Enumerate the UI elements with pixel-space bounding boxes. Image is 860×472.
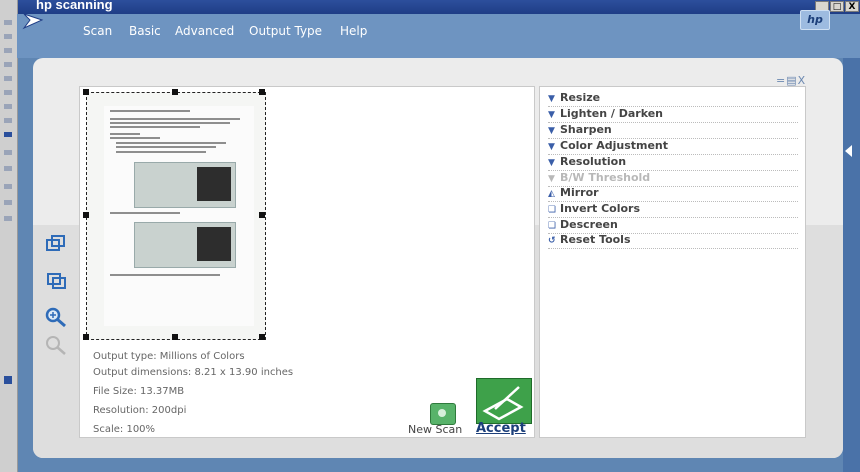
maximize-button[interactable]: □ bbox=[830, 1, 844, 12]
crop-handle[interactable] bbox=[83, 212, 89, 218]
crop-handle[interactable] bbox=[259, 89, 265, 95]
desktop-taskbar-strip bbox=[0, 0, 18, 472]
preview-screenshot bbox=[134, 162, 236, 208]
strip-icon[interactable] bbox=[4, 34, 12, 39]
strip-icon[interactable] bbox=[4, 104, 12, 109]
preview-text-line bbox=[110, 122, 230, 124]
triangle-down-icon: ▼ bbox=[548, 158, 555, 168]
strip-icon[interactable] bbox=[4, 62, 12, 67]
tool-label: Descreen bbox=[560, 218, 618, 231]
tool-label: Resolution bbox=[560, 155, 627, 168]
strip-icon[interactable] bbox=[4, 132, 12, 137]
tool-bw-threshold: ▼ B/W Threshold bbox=[548, 171, 798, 187]
menu-help[interactable]: Help bbox=[340, 24, 367, 38]
rotate-left-icon[interactable] bbox=[44, 234, 68, 256]
zoom-out-icon[interactable] bbox=[44, 334, 68, 356]
crop-handle[interactable] bbox=[83, 89, 89, 95]
strip-icon[interactable] bbox=[4, 216, 12, 221]
tool-lighten-darken[interactable]: ▼ Lighten / Darken bbox=[548, 107, 798, 123]
strip-icon[interactable] bbox=[4, 90, 12, 95]
tool-sharpen[interactable]: ▼ Sharpen bbox=[548, 123, 798, 139]
mirror-icon: ◭ bbox=[548, 189, 555, 199]
resolution-text: Resolution: 200dpi bbox=[93, 405, 187, 416]
scanned-document-preview bbox=[104, 106, 254, 326]
strip-icon[interactable] bbox=[4, 150, 12, 155]
strip-icon[interactable] bbox=[4, 118, 12, 123]
descreen-icon: ❏ bbox=[548, 221, 557, 231]
output-type-text: Output type: Millions of Colors bbox=[93, 351, 245, 362]
tool-descreen[interactable]: ❏ Descreen bbox=[548, 218, 798, 234]
new-scan-button[interactable]: New Scan bbox=[408, 423, 462, 436]
tool-resolution[interactable]: ▼ Resolution bbox=[548, 155, 798, 171]
close-button[interactable]: X bbox=[845, 1, 859, 12]
new-scan-icon[interactable] bbox=[430, 403, 456, 425]
preview-text-line bbox=[110, 137, 160, 139]
triangle-down-icon: ▼ bbox=[548, 174, 555, 184]
tool-label: Invert Colors bbox=[560, 202, 640, 215]
triangle-down-icon: ▼ bbox=[548, 126, 555, 136]
strip-icon[interactable] bbox=[4, 76, 12, 81]
tool-resize[interactable]: ▼ Resize bbox=[548, 91, 798, 107]
output-dimensions-text: Output dimensions: 8.21 x 13.90 inches bbox=[93, 367, 294, 378]
scale-text: Scale: 100% bbox=[93, 424, 156, 435]
tool-label: B/W Threshold bbox=[560, 171, 651, 184]
preview-text-line bbox=[110, 126, 200, 128]
title-bar: hp scanning _ □ X bbox=[0, 0, 860, 14]
crop-handle[interactable] bbox=[172, 334, 178, 340]
menu-advanced[interactable]: Advanced bbox=[175, 24, 234, 38]
accept-button[interactable]: Accept bbox=[476, 421, 526, 436]
preview-text-line bbox=[110, 118, 240, 120]
crop-handle[interactable] bbox=[83, 334, 89, 340]
tool-mirror[interactable]: ◭ Mirror bbox=[548, 186, 798, 202]
crop-handle[interactable] bbox=[259, 212, 265, 218]
tool-color-adjustment[interactable]: ▼ Color Adjustment bbox=[548, 139, 798, 155]
tool-reset-tools[interactable]: ↺ Reset Tools bbox=[548, 233, 798, 249]
collapse-arrow-icon[interactable] bbox=[845, 145, 852, 157]
scanner-logo-icon bbox=[22, 10, 48, 32]
invert-icon: ❏ bbox=[548, 205, 557, 215]
preview-text-line bbox=[110, 133, 140, 135]
preview-text-line bbox=[116, 146, 216, 148]
tool-label: Sharpen bbox=[560, 123, 612, 136]
tool-label: Resize bbox=[560, 91, 601, 104]
crop-handle[interactable] bbox=[259, 334, 265, 340]
strip-icon[interactable] bbox=[4, 48, 12, 53]
preview-screenshot-dark bbox=[197, 167, 231, 201]
preview-text-line bbox=[116, 151, 206, 153]
preview-screenshot-dark bbox=[197, 227, 231, 261]
strip-icon[interactable] bbox=[4, 166, 12, 171]
side-panel-edge bbox=[843, 58, 860, 472]
tool-label: Lighten / Darken bbox=[560, 107, 664, 120]
preview-screenshot bbox=[134, 222, 236, 268]
tool-label: Mirror bbox=[560, 186, 599, 199]
strip-icon[interactable] bbox=[4, 376, 12, 384]
hp-logo-icon: hp bbox=[800, 10, 830, 30]
menu-scan[interactable]: Scan bbox=[83, 24, 112, 38]
tool-label: Color Adjustment bbox=[560, 139, 669, 152]
triangle-down-icon: ▼ bbox=[548, 142, 555, 152]
preview-text-line bbox=[116, 142, 226, 144]
zoom-in-icon[interactable] bbox=[44, 306, 68, 328]
menu-output-type[interactable]: Output Type bbox=[249, 24, 322, 38]
preview-text-line bbox=[110, 274, 220, 276]
strip-icon[interactable] bbox=[4, 200, 12, 205]
crop-handle[interactable] bbox=[172, 89, 178, 95]
accept-scanner-icon[interactable] bbox=[476, 378, 532, 424]
rotate-right-icon[interactable] bbox=[44, 272, 68, 294]
menu-basic[interactable]: Basic bbox=[129, 24, 161, 38]
preview-text-line bbox=[110, 212, 180, 214]
strip-icon[interactable] bbox=[4, 20, 12, 25]
preview-text-line bbox=[110, 110, 190, 112]
file-size-text: File Size: 13.37MB bbox=[93, 386, 185, 397]
panel-controls[interactable]: =▤X bbox=[776, 74, 806, 87]
strip-icon[interactable] bbox=[4, 184, 12, 189]
triangle-down-icon: ▼ bbox=[548, 110, 555, 120]
tool-label: Reset Tools bbox=[560, 233, 631, 246]
triangle-down-icon: ▼ bbox=[548, 94, 555, 104]
reset-icon: ↺ bbox=[548, 236, 556, 246]
tool-invert-colors[interactable]: ❏ Invert Colors bbox=[548, 202, 798, 218]
